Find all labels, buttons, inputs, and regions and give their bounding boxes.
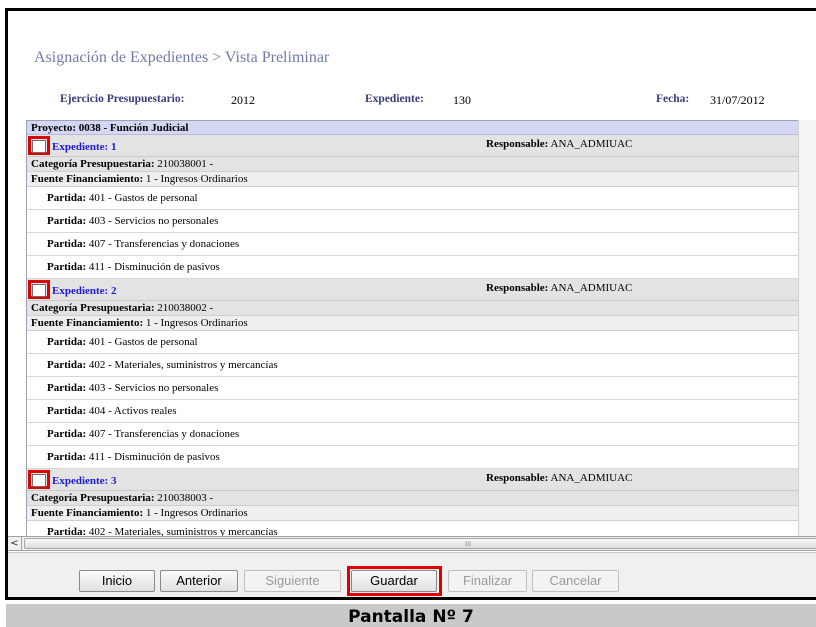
categoria-value: 210038002 - (157, 302, 214, 314)
partida-label: Partida: (47, 238, 87, 250)
categoria-label: Categoría Presupuestaria: (31, 492, 155, 504)
partida-value: 401 - Gastos de personal (88, 336, 198, 348)
results-list: Proyecto: 0038 - Función Judicial Expedi… (27, 121, 802, 536)
responsable-label: Responsable: (486, 472, 549, 484)
expediente-link[interactable]: Expediente: 2 (52, 285, 116, 297)
responsable: Responsable: ANA_ADMIUAC (486, 282, 632, 294)
siguiente-button[interactable]: Siguiente (244, 570, 341, 592)
expediente-link[interactable]: Expediente: 1 (52, 141, 116, 153)
responsable-value: ANA_ADMIUAC (550, 282, 633, 294)
partida-row: Partida: 401 - Gastos de personal (27, 187, 802, 210)
vertical-scrollbar[interactable] (798, 120, 816, 536)
partida-label: Partida: (47, 405, 87, 417)
categoria-row: Categoría Presupuestaria: 210038002 - (27, 301, 802, 316)
partida-value: 411 - Disminución de pasivos (88, 261, 220, 273)
expediente-row: Expediente: 3 Responsable: ANA_ADMIUAC (27, 469, 802, 491)
partida-label: Partida: (47, 359, 87, 371)
horizontal-scroll-thumb[interactable]: III (24, 538, 816, 549)
partida-label: Partida: (47, 451, 87, 463)
categoria-row: Categoría Presupuestaria: 210038003 - (27, 491, 802, 506)
fuente-label: Fuente Financiamiento: (31, 507, 144, 519)
expedientes-container: Expediente: 1 Responsable: ANA_ADMIUAC Cat… (27, 135, 802, 536)
fuente-value: 1 - Ingresos Ordinarios (145, 173, 248, 185)
inicio-button[interactable]: Inicio (79, 570, 155, 592)
expediente-checkbox[interactable] (32, 474, 46, 487)
partida-value: 407 - Transferencias y donaciones (88, 238, 240, 250)
responsable-value: ANA_ADMIUAC (550, 138, 633, 150)
partida-row: Partida: 411 - Disminución de pasivos (27, 446, 802, 469)
partida-label: Partida: (47, 336, 87, 348)
partida-label: Partida: (47, 526, 87, 536)
ejercicio-label: Ejercicio Presupuestario: (60, 93, 185, 105)
checkbox-highlight (28, 136, 50, 155)
expediente-label: Expediente: (365, 93, 424, 105)
categoria-value: 210038003 - (157, 492, 214, 504)
partida-row: Partida: 411 - Disminución de pasivos (27, 256, 802, 279)
fuente-value: 1 - Ingresos Ordinarios (145, 317, 248, 329)
partida-row: Partida: 402 - Materiales, suministros y… (27, 521, 802, 536)
expediente-row: Expediente: 2 Responsable: ANA_ADMIUAC (27, 279, 802, 301)
partida-value: 411 - Disminución de pasivos (88, 451, 220, 463)
page-title: Asignación de Expedientes > Vista Prelim… (34, 49, 330, 66)
fecha-value: 31/07/2012 (710, 93, 765, 107)
cancelar-button[interactable]: Cancelar (532, 570, 619, 592)
partida-value: 407 - Transferencias y donaciones (88, 428, 240, 440)
fuente-row: Fuente Financiamiento: 1 - Ingresos Ordi… (27, 506, 802, 521)
fecha-label: Fecha: (656, 93, 690, 105)
scroll-left-arrow-icon[interactable]: < (8, 537, 22, 550)
responsable: Responsable: ANA_ADMIUAC (486, 138, 632, 150)
fuente-label: Fuente Financiamiento: (31, 173, 144, 185)
ejercicio-value: 2012 (231, 93, 255, 107)
partida-row: Partida: 407 - Transferencias y donacion… (27, 423, 802, 446)
fuente-row: Fuente Financiamiento: 1 - Ingresos Ordi… (27, 316, 802, 331)
categoria-value: 210038001 - (157, 158, 214, 170)
partida-value: 402 - Materiales, suministros y mercancí… (88, 359, 278, 371)
categoria-label: Categoría Presupuestaria: (31, 302, 155, 314)
info-row: Ejercicio Presupuestario: 2012 Expedient… (8, 93, 816, 113)
fuente-row: Fuente Financiamiento: 1 - Ingresos Ordi… (27, 172, 802, 187)
partida-value: 402 - Materiales, suministros y mercancí… (88, 526, 278, 536)
partida-value: 403 - Servicios no personales (88, 382, 219, 394)
screen-caption: Pantalla Nº 7 (348, 607, 474, 627)
expediente-value: 130 (453, 93, 471, 107)
partida-label: Partida: (47, 428, 87, 440)
horizontal-scrollbar[interactable]: < III (8, 536, 816, 551)
responsable-value: ANA_ADMIUAC (550, 472, 633, 484)
partida-value: 401 - Gastos de personal (88, 192, 198, 204)
responsable: Responsable: ANA_ADMIUAC (486, 472, 632, 484)
checkbox-highlight (28, 280, 50, 299)
checkbox-highlight (28, 470, 50, 489)
expediente-checkbox[interactable] (32, 140, 46, 153)
partida-row: Partida: 401 - Gastos de personal (27, 331, 802, 354)
proyecto-row: Proyecto: 0038 - Función Judicial (27, 121, 802, 135)
partida-label: Partida: (47, 215, 87, 227)
partida-row: Partida: 407 - Transferencias y donacion… (27, 233, 802, 256)
button-bar: Inicio Anterior Siguiente Guardar Finali… (8, 552, 816, 597)
expediente-checkbox[interactable] (32, 284, 46, 297)
window-frame: Asignación de Expedientes > Vista Prelim… (5, 8, 816, 600)
guardar-button[interactable]: Guardar (351, 570, 437, 592)
responsable-label: Responsable: (486, 138, 549, 150)
fuente-value: 1 - Ingresos Ordinarios (145, 507, 248, 519)
expediente-row: Expediente: 1 Responsable: ANA_ADMIUAC (27, 135, 802, 157)
partida-label: Partida: (47, 261, 87, 273)
partida-label: Partida: (47, 382, 87, 394)
responsable-label: Responsable: (486, 282, 549, 294)
finalizar-button[interactable]: Finalizar (448, 570, 527, 592)
partida-value: 404 - Activos reales (88, 405, 177, 417)
partida-row: Partida: 402 - Materiales, suministros y… (27, 354, 802, 377)
categoria-label: Categoría Presupuestaria: (31, 158, 155, 170)
fuente-label: Fuente Financiamiento: (31, 317, 144, 329)
partida-value: 403 - Servicios no personales (88, 215, 219, 227)
partida-label: Partida: (47, 192, 87, 204)
partida-row: Partida: 403 - Servicios no personales (27, 377, 802, 400)
partida-row: Partida: 403 - Servicios no personales (27, 210, 802, 233)
expediente-link[interactable]: Expediente: 3 (52, 475, 116, 487)
categoria-row: Categoría Presupuestaria: 210038001 - (27, 157, 802, 172)
scroll-grip-icon: III (465, 540, 472, 548)
caption-bar: Pantalla Nº 7 (6, 604, 816, 627)
results-scroll-area[interactable]: Proyecto: 0038 - Función Judicial Expedi… (26, 120, 816, 536)
partida-row: Partida: 404 - Activos reales (27, 400, 802, 423)
anterior-button[interactable]: Anterior (160, 570, 238, 592)
